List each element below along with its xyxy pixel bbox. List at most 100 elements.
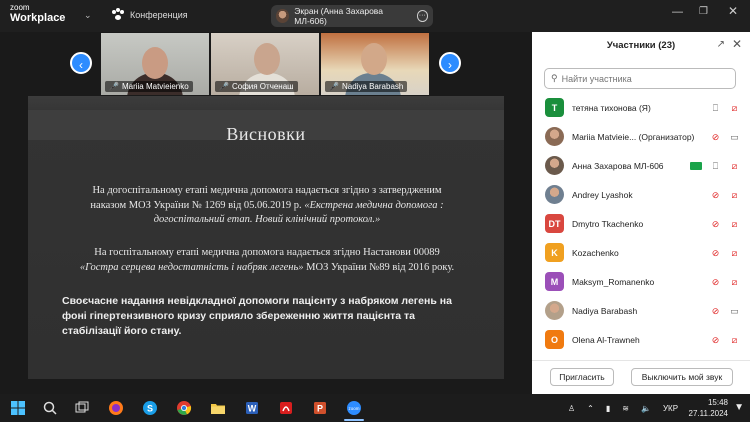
svg-text:S: S xyxy=(147,404,153,414)
video-tile[interactable]: 🎤 Nadiya Barabash xyxy=(321,33,429,95)
powerpoint-icon[interactable]: P xyxy=(312,400,328,416)
participant-row[interactable]: M Maksym_Romanenko ⊘ ⧄ xyxy=(532,267,750,296)
mute-me-button[interactable]: Выключить мой звук xyxy=(631,368,733,386)
video-off-icon[interactable]: ⧄ xyxy=(729,161,740,171)
mic-icon[interactable]: ⎕ xyxy=(710,161,721,171)
file-explorer-icon[interactable] xyxy=(210,400,226,416)
avatar: M xyxy=(545,272,564,291)
chevron-down-icon[interactable]: ⌄ xyxy=(84,10,92,21)
video-tile-name: 🎤 Mariia Matvieienko xyxy=(105,81,193,92)
windows-taskbar: S W P zoom ♙ ⌃ ▮ ≋ 🔈 УКР 15:48 27.11.202… xyxy=(0,394,750,422)
participant-name: тетяна тихонова (Я) xyxy=(572,102,651,113)
participant-name: Nadiya Barabash xyxy=(572,305,638,316)
clock[interactable]: 15:48 27.11.2024 xyxy=(689,397,728,419)
video-off-icon[interactable]: ⧄ xyxy=(729,190,740,200)
next-video-button[interactable]: › xyxy=(439,52,461,74)
conference-label: Конференция xyxy=(130,10,188,20)
search-icon[interactable] xyxy=(42,400,58,416)
screen-share-icon xyxy=(690,161,702,170)
slide-paragraph-2: На госпітальному етапі медична допомога … xyxy=(79,247,455,273)
avatar: O xyxy=(545,330,564,349)
battery-icon[interactable]: ▮ xyxy=(606,404,610,413)
paw-icon xyxy=(112,8,124,21)
video-off-icon[interactable]: ⧄ xyxy=(729,335,740,345)
panel-footer: Пригласить Выключить мой звук xyxy=(532,360,750,394)
mic-muted-icon: 🎤 xyxy=(329,82,339,91)
video-off-icon[interactable]: ⧄ xyxy=(729,248,740,258)
avatar: DT xyxy=(545,214,564,233)
mic-icon[interactable]: ⎕ xyxy=(710,103,721,113)
video-tile[interactable]: 🎤 София Отченаш xyxy=(211,33,319,95)
invite-button[interactable]: Пригласить xyxy=(550,368,614,386)
video-off-icon[interactable]: ⧄ xyxy=(729,103,740,113)
avatar xyxy=(545,185,564,204)
slide-paragraph-1: На догоспітальному етапі медична допомог… xyxy=(90,185,444,225)
volume-icon[interactable]: 🔈 xyxy=(641,404,651,413)
video-tile[interactable]: 🎤 Mariia Matvieienko xyxy=(101,33,209,95)
participant-name: Kozachenko xyxy=(572,247,619,258)
mic-muted-icon[interactable]: ⊘ xyxy=(710,219,721,229)
skype-icon[interactable]: S xyxy=(142,400,158,416)
close-icon[interactable]: ✕ xyxy=(728,4,738,18)
mic-muted-icon[interactable]: ⊘ xyxy=(710,277,721,287)
acrobat-icon[interactable] xyxy=(278,400,294,416)
chevron-up-icon[interactable]: ⌃ xyxy=(587,404,594,413)
more-options-icon[interactable]: ··· xyxy=(416,10,428,22)
participant-row[interactable]: Nadiya Barabash ⊘ ▭ xyxy=(532,296,750,325)
slide-paragraph-3: Своєчасне надання невідкладної допомоги … xyxy=(62,295,452,337)
language-indicator[interactable]: УКР xyxy=(663,404,678,413)
participant-row[interactable]: DT Dmytro Tkachenko ⊘ ⧄ xyxy=(532,209,750,238)
participants-list: Ттетяна тихонова (Я) ⎕ ⧄ Mariia Matvieie...… xyxy=(532,93,750,357)
participant-row[interactable]: Ol... Nat...⊘⧄ xyxy=(532,354,750,357)
avatar xyxy=(545,301,564,320)
participant-name: Dmytro Tkachenko xyxy=(572,218,644,229)
search-icon: ⚲ xyxy=(551,73,558,83)
minimize-icon[interactable]: — xyxy=(672,6,683,18)
mic-muted-icon[interactable]: ⊘ xyxy=(710,190,721,200)
mic-muted-icon[interactable]: ⊘ xyxy=(710,335,721,345)
screen-share-label: Экран (Анна Захарова МЛ-606) xyxy=(294,6,383,26)
prev-video-button[interactable]: ‹ xyxy=(70,52,92,74)
notification-icon[interactable]: ▼ xyxy=(734,402,744,413)
video-tile-name: 🎤 Nadiya Barabash xyxy=(325,81,408,92)
chrome-icon[interactable] xyxy=(176,400,192,416)
close-icon[interactable]: ✕ xyxy=(732,37,742,51)
slide-title: Висновки xyxy=(226,124,306,144)
screen-share-indicator[interactable]: Экран (Анна Захарова МЛ-606) ··· xyxy=(271,5,433,27)
svg-text:P: P xyxy=(317,404,323,414)
mic-muted-icon[interactable]: ⊘ xyxy=(710,132,721,142)
people-icon[interactable]: ♙ xyxy=(568,404,575,413)
system-tray: ♙ ⌃ ▮ ≋ 🔈 УКР xyxy=(568,394,678,422)
participant-name: Анна Захарова МЛ-606 xyxy=(572,160,664,171)
mic-muted-icon: 🎤 xyxy=(219,82,229,91)
popout-icon[interactable]: ↗ xyxy=(717,39,725,50)
mic-muted-icon[interactable]: ⊘ xyxy=(710,248,721,258)
search-field[interactable]: ⚲ xyxy=(544,68,736,89)
avatar xyxy=(545,127,564,146)
zoom-window: zoom Workplace ⌄ Конференция Экран (Анна… xyxy=(0,0,750,422)
video-camera-icon[interactable]: ▭ xyxy=(729,132,740,142)
shared-screen-slide: Висновки На догоспітальному етапі медичн… xyxy=(28,96,504,379)
participant-row[interactable]: Andrey Lyashok ⊘ ⧄ xyxy=(532,180,750,209)
word-icon[interactable]: W xyxy=(244,400,260,416)
wifi-icon[interactable]: ≋ xyxy=(622,404,629,413)
participant-row[interactable]: O Olena Al-Trawneh ⊘ ⧄ xyxy=(532,325,750,354)
windows-start-icon[interactable] xyxy=(10,400,26,416)
participant-name: Mariia Matvieie... (Организатор) xyxy=(572,131,695,142)
participant-row[interactable]: K Kozachenko ⊘ ⧄ xyxy=(532,238,750,267)
participant-row[interactable]: Ттетяна тихонова (Я) ⎕ ⧄ xyxy=(532,93,750,122)
firefox-icon[interactable] xyxy=(108,400,124,416)
search-input[interactable] xyxy=(561,73,722,84)
video-off-icon[interactable]: ⧄ xyxy=(729,219,740,229)
conference-menu[interactable]: Конференция xyxy=(112,8,188,21)
zoom-icon[interactable]: zoom xyxy=(346,400,362,416)
participant-row[interactable]: Mariia Matvieie... (Организатор) ⊘ ▭ xyxy=(532,122,750,151)
participant-row[interactable]: Анна Захарова МЛ-606 ⎕ ⧄ xyxy=(532,151,750,180)
restore-icon[interactable]: ❐ xyxy=(699,6,708,17)
zoom-logo[interactable]: zoom Workplace xyxy=(10,3,65,24)
task-view-icon[interactable] xyxy=(74,400,90,416)
video-camera-icon[interactable]: ▭ xyxy=(729,306,740,316)
participants-panel: Участники (23) ↗ ✕ ⚲ Ттетяна тихонова (Я… xyxy=(532,32,750,394)
mic-muted-icon[interactable]: ⊘ xyxy=(710,306,721,316)
video-off-icon[interactable]: ⧄ xyxy=(729,277,740,287)
